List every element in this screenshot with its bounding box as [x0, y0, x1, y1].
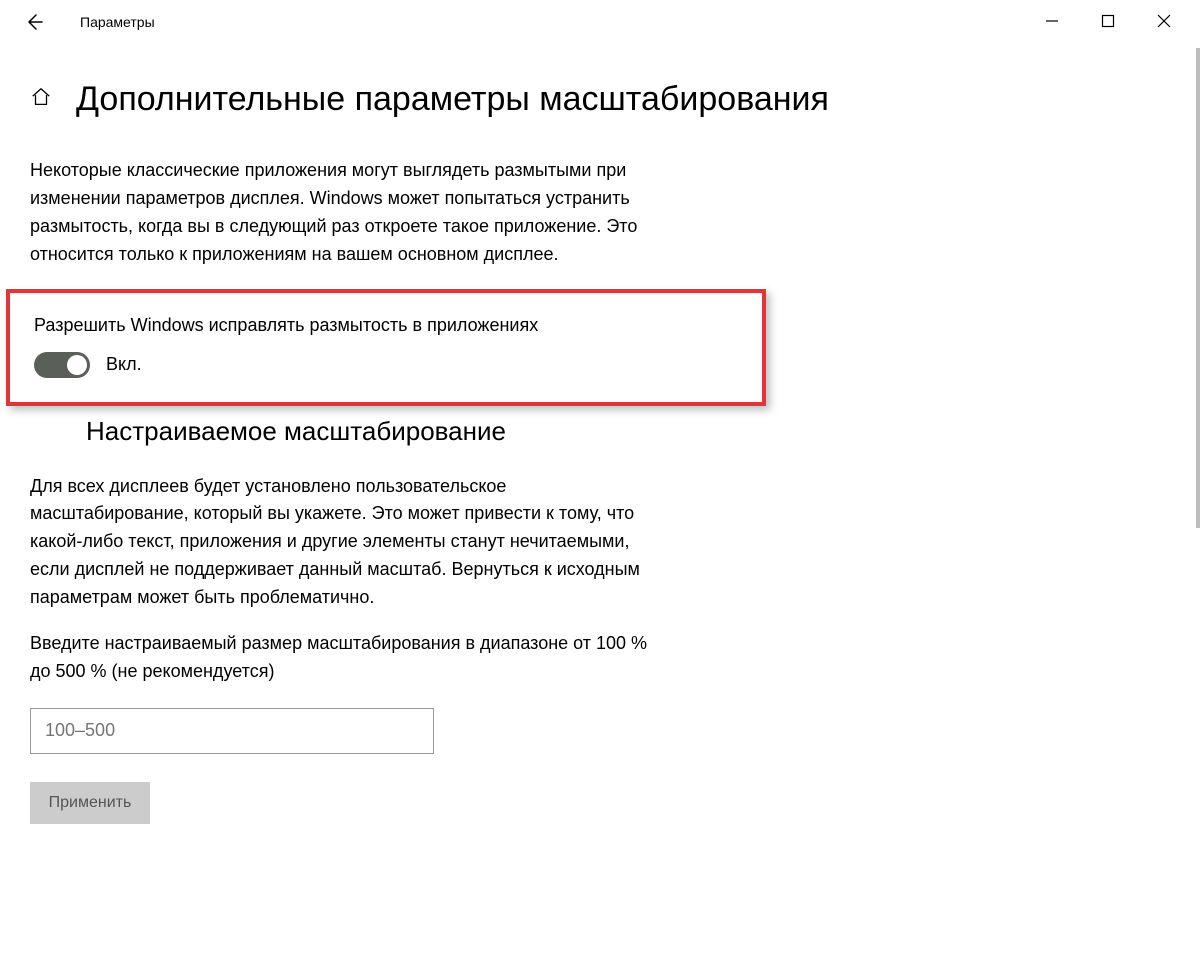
- page-title: Дополнительные параметры масштабирования: [76, 80, 829, 119]
- window-controls: [1020, 0, 1196, 47]
- close-icon: [1157, 14, 1171, 28]
- minimize-icon: [1045, 14, 1059, 28]
- home-button[interactable]: [30, 86, 52, 114]
- home-icon: [30, 86, 52, 108]
- fix-blur-section-highlight: Разрешить Windows исправлять размытость …: [6, 289, 766, 406]
- titlebar: Параметры: [0, 0, 1200, 44]
- arrow-left-icon: [24, 12, 44, 32]
- minimize-button[interactable]: [1038, 14, 1066, 33]
- fix-blur-state: Вкл.: [106, 354, 142, 375]
- apply-button[interactable]: Применить: [30, 782, 150, 824]
- window-title: Параметры: [80, 14, 155, 30]
- custom-scaling-title: Настраиваемое масштабирование: [86, 416, 1170, 447]
- back-button[interactable]: [14, 2, 54, 42]
- fix-blur-toggle[interactable]: [34, 352, 90, 378]
- custom-scaling-desc: Для всех дисплеев будет установлено поль…: [30, 473, 670, 612]
- intro-text: Некоторые классические приложения могут …: [30, 157, 670, 269]
- custom-scaling-input-label: Введите настраиваемый размер масштабиров…: [30, 630, 670, 686]
- close-button[interactable]: [1150, 14, 1178, 33]
- toggle-knob: [67, 355, 87, 375]
- fix-blur-label: Разрешить Windows исправлять размытость …: [34, 315, 738, 336]
- custom-scale-input[interactable]: [30, 708, 434, 754]
- maximize-button[interactable]: [1094, 14, 1122, 33]
- maximize-icon: [1101, 14, 1115, 28]
- vertical-scrollbar[interactable]: [1196, 48, 1200, 528]
- fix-blur-toggle-row: Вкл.: [34, 352, 738, 378]
- content-area: Дополнительные параметры масштабирования…: [0, 44, 1200, 824]
- page-header: Дополнительные параметры масштабирования: [30, 80, 1170, 119]
